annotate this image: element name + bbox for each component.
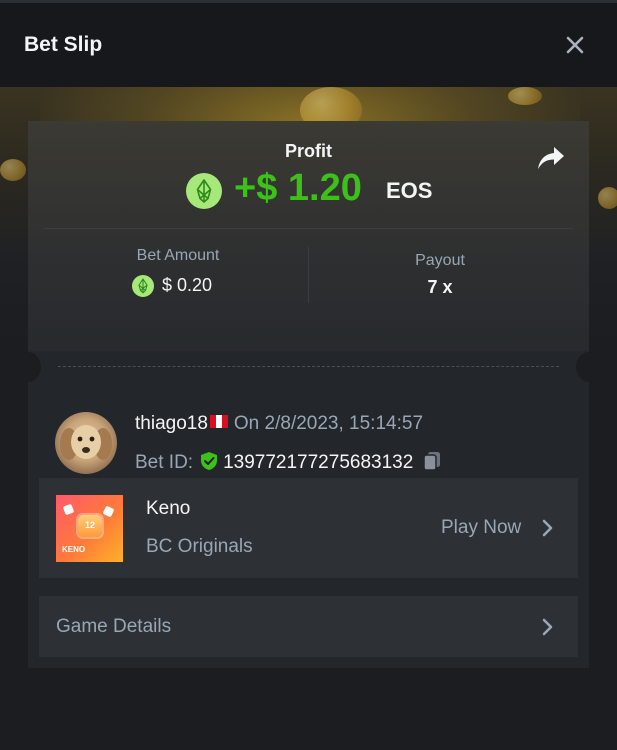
shield-check-icon	[199, 451, 219, 471]
bet-id-value: 139772177275683132	[223, 452, 414, 473]
username[interactable]: thiago18	[135, 413, 208, 434]
dice-icon	[102, 505, 115, 518]
keno-ball-icon: 12	[78, 515, 102, 537]
eos-coin-icon	[186, 173, 222, 209]
bet-date: On 2/8/2023, 15:14:57	[233, 413, 424, 434]
game-name: Keno	[146, 498, 191, 519]
bet-user-row: thiago18 On 2/8/2023, 15:14:57	[135, 413, 423, 435]
ticket-notch	[576, 352, 602, 382]
ticket-notch	[15, 352, 41, 382]
copy-icon[interactable]	[421, 450, 443, 472]
keno-game-thumbnail: 12 KENO	[56, 495, 123, 562]
payout-value: 7 x	[427, 277, 453, 297]
divider	[44, 228, 573, 229]
page-title: Bet Slip	[24, 33, 103, 56]
profit-panel: Profit +$ 1.20 EOS Bet Amount $ 0.20 Pay…	[28, 121, 589, 351]
bet-id-label: Bet ID:	[135, 452, 194, 473]
dashed-separator	[58, 366, 559, 367]
dice-icon	[62, 503, 75, 516]
eos-coin-icon	[132, 275, 154, 297]
play-now-button[interactable]: Play Now	[441, 517, 521, 539]
keno-thumb-label: KENO	[62, 545, 86, 554]
game-details-row[interactable]: Game Details	[39, 596, 578, 657]
keno-ball-number: 12	[84, 520, 95, 530]
bet-amount-text: $ 0.20	[162, 275, 213, 295]
chevron-right-icon[interactable]	[541, 617, 555, 637]
peru-flag-icon	[209, 415, 228, 428]
payout-label: Payout	[415, 252, 465, 269]
game-row[interactable]: 12 KENO Keno BC Originals Play Now	[39, 478, 578, 578]
decorative-coin	[598, 187, 617, 209]
game-details-label: Game Details	[56, 616, 172, 637]
profit-currency: EOS	[386, 178, 433, 203]
bet-card: Profit +$ 1.20 EOS Bet Amount $ 0.20 Pay…	[15, 121, 602, 668]
share-icon[interactable]	[536, 145, 566, 171]
bet-slip-body: Profit +$ 1.20 EOS Bet Amount $ 0.20 Pay…	[0, 87, 617, 750]
game-provider: BC Originals	[146, 536, 253, 557]
bet-id-row: Bet ID: 139772177275683132	[135, 450, 443, 474]
bet-amount-label: Bet Amount	[136, 247, 220, 264]
avatar[interactable]	[55, 412, 117, 474]
profit-row: +$ 1.20 EOS	[28, 165, 589, 215]
divider	[308, 247, 309, 303]
bet-slip-header: Bet Slip	[0, 3, 617, 87]
decorative-coin	[0, 159, 26, 181]
close-icon[interactable]	[560, 30, 590, 60]
profit-amount: +$ 1.20	[234, 167, 362, 209]
decorative-coin	[508, 87, 542, 105]
chevron-right-icon[interactable]	[541, 518, 555, 538]
profit-label: Profit	[285, 141, 332, 161]
